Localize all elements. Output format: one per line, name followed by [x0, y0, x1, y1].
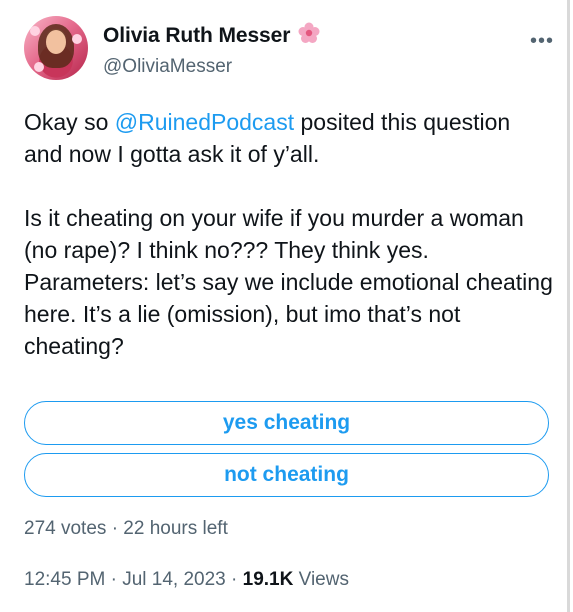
tweet-text: Okay so @RuinedPodcast posited this ques… — [24, 106, 554, 362]
poll-status: 274 votes · 22 hours left — [24, 518, 228, 539]
tweet-paragraph-2: Is it cheating on your wife if you murde… — [24, 205, 553, 359]
tweet-header: Olivia Ruth Messer @OliviaMesser ••• — [24, 16, 554, 86]
tweet-time[interactable]: 12:45 PM — [24, 569, 105, 590]
more-options-icon[interactable]: ••• — [530, 30, 554, 53]
avatar[interactable] — [24, 16, 88, 80]
right-border — [567, 0, 570, 612]
tweet-date[interactable]: Jul 14, 2023 — [122, 569, 226, 590]
views-count: 19.1K — [242, 569, 294, 590]
poll: yes cheating not cheating — [24, 401, 549, 505]
vote-count: 274 votes — [24, 518, 107, 539]
poll-option-not-cheating[interactable]: not cheating — [24, 453, 549, 497]
views-label: Views — [298, 569, 349, 590]
tweet-meta: 12:45 PM · Jul 14, 2023 · 19.1K Views — [24, 569, 349, 590]
user-handle[interactable]: @OliviaMesser — [103, 56, 232, 78]
mention-link[interactable]: @RuinedPodcast — [115, 109, 294, 135]
display-name[interactable]: Olivia Ruth Messer — [103, 24, 290, 48]
name-row[interactable]: Olivia Ruth Messer — [103, 22, 320, 49]
flower-badge-icon — [298, 22, 320, 49]
tweet-paragraph-1: Okay so @RuinedPodcast posited this ques… — [24, 109, 511, 167]
time-left: 22 hours left — [123, 518, 228, 539]
poll-option-yes-cheating[interactable]: yes cheating — [24, 401, 549, 445]
